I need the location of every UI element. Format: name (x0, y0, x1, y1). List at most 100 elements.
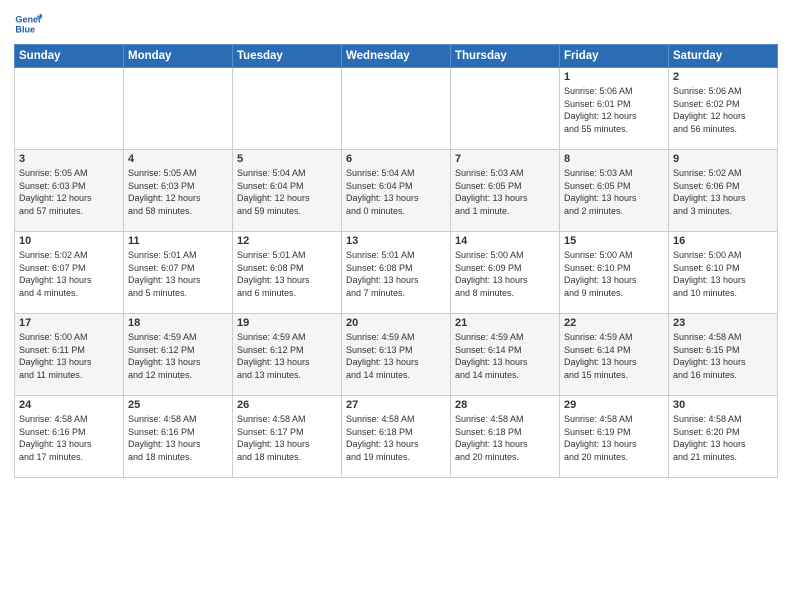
calendar-cell: 4 Sunrise: 5:05 AMSunset: 6:03 PMDaylight… (124, 150, 233, 232)
calendar-cell: 18Sunrise: 4:59 AMSunset: 6:12 PMDayligh… (124, 314, 233, 396)
day-number: 22 (564, 317, 664, 329)
calendar-cell: 3 Sunrise: 5:05 AMSunset: 6:03 PMDaylight… (15, 150, 124, 232)
calendar-cell (451, 68, 560, 150)
cell-info: Sunrise: 5:01 AMSunset: 6:07 PMDaylight:… (128, 249, 228, 299)
day-number: 20 (346, 317, 446, 329)
day-number: 3 (19, 153, 119, 165)
cell-info: Sunrise: 4:58 AMSunset: 6:19 PMDaylight:… (564, 413, 664, 463)
cell-info: Sunrise: 4:58 AMSunset: 6:16 PMDaylight:… (128, 413, 228, 463)
cell-info: Sunrise: 5:06 AMSunset: 6:01 PMDaylight:… (564, 85, 664, 135)
day-number: 17 (19, 317, 119, 329)
week-row-4: 17 Sunrise: 5:00 AMSunset: 6:11 PMDayligh… (15, 314, 778, 396)
cell-info: Sunrise: 4:58 AMSunset: 6:17 PMDaylight:… (237, 413, 337, 463)
calendar-cell: 25 Sunrise: 4:58 AMSunset: 6:16 PMDayligh… (124, 396, 233, 478)
calendar-cell: 5 Sunrise: 5:04 AMSunset: 6:04 PMDaylight… (233, 150, 342, 232)
day-number: 14 (455, 235, 555, 247)
cell-info: Sunrise: 4:59 AMSunset: 6:12 PMDaylight:… (237, 331, 337, 381)
day-header-saturday: Saturday (669, 45, 778, 68)
cell-info: Sunrise: 4:58 AMSunset: 6:16 PMDaylight:… (19, 413, 119, 463)
days-header-row: SundayMondayTuesdayWednesdayThursdayFrid… (15, 45, 778, 68)
cell-info: Sunrise: 5:05 AMSunset: 6:03 PMDaylight:… (19, 167, 119, 217)
calendar-cell: 14Sunrise: 5:00 AMSunset: 6:09 PMDayligh… (451, 232, 560, 314)
logo: General Blue (14, 10, 42, 38)
calendar-cell: 26 Sunrise: 4:58 AMSunset: 6:17 PMDayligh… (233, 396, 342, 478)
logo-icon: General Blue (14, 10, 42, 38)
calendar-cell: 27Sunrise: 4:58 AMSunset: 6:18 PMDayligh… (342, 396, 451, 478)
day-number: 15 (564, 235, 664, 247)
day-number: 28 (455, 399, 555, 411)
week-row-3: 10Sunrise: 5:02 AMSunset: 6:07 PMDayligh… (15, 232, 778, 314)
day-number: 1 (564, 71, 664, 83)
calendar-cell: 10Sunrise: 5:02 AMSunset: 6:07 PMDayligh… (15, 232, 124, 314)
calendar-cell: 6 Sunrise: 5:04 AMSunset: 6:04 PMDaylight… (342, 150, 451, 232)
day-header-sunday: Sunday (15, 45, 124, 68)
cell-info: Sunrise: 5:02 AMSunset: 6:06 PMDaylight:… (673, 167, 773, 217)
cell-info: Sunrise: 5:00 AMSunset: 6:11 PMDaylight:… (19, 331, 119, 381)
cell-info: Sunrise: 4:58 AMSunset: 6:20 PMDaylight:… (673, 413, 773, 463)
calendar-cell: 24 Sunrise: 4:58 AMSunset: 6:16 PMDayligh… (15, 396, 124, 478)
day-number: 24 (19, 399, 119, 411)
cell-info: Sunrise: 5:01 AMSunset: 6:08 PMDaylight:… (237, 249, 337, 299)
calendar-cell: 29 Sunrise: 4:58 AMSunset: 6:19 PMDayligh… (560, 396, 669, 478)
day-header-tuesday: Tuesday (233, 45, 342, 68)
day-number: 4 (128, 153, 228, 165)
calendar-cell: 7Sunrise: 5:03 AMSunset: 6:05 PMDaylight… (451, 150, 560, 232)
day-number: 13 (346, 235, 446, 247)
cell-info: Sunrise: 4:58 AMSunset: 6:15 PMDaylight:… (673, 331, 773, 381)
calendar-cell: 15 Sunrise: 5:00 AMSunset: 6:10 PMDayligh… (560, 232, 669, 314)
week-row-5: 24 Sunrise: 4:58 AMSunset: 6:16 PMDayligh… (15, 396, 778, 478)
cell-info: Sunrise: 5:00 AMSunset: 6:10 PMDaylight:… (673, 249, 773, 299)
cell-info: Sunrise: 4:59 AMSunset: 6:14 PMDaylight:… (455, 331, 555, 381)
cell-info: Sunrise: 4:58 AMSunset: 6:18 PMDaylight:… (455, 413, 555, 463)
day-header-wednesday: Wednesday (342, 45, 451, 68)
day-number: 16 (673, 235, 773, 247)
day-number: 2 (673, 71, 773, 83)
day-header-friday: Friday (560, 45, 669, 68)
cell-info: Sunrise: 5:01 AMSunset: 6:08 PMDaylight:… (346, 249, 446, 299)
calendar-cell: 2Sunrise: 5:06 AMSunset: 6:02 PMDaylight… (669, 68, 778, 150)
calendar-cell: 21 Sunrise: 4:59 AMSunset: 6:14 PMDayligh… (451, 314, 560, 396)
day-number: 11 (128, 235, 228, 247)
day-number: 5 (237, 153, 337, 165)
day-number: 12 (237, 235, 337, 247)
calendar-cell: 8 Sunrise: 5:03 AMSunset: 6:05 PMDaylight… (560, 150, 669, 232)
cell-info: Sunrise: 5:04 AMSunset: 6:04 PMDaylight:… (237, 167, 337, 217)
day-number: 6 (346, 153, 446, 165)
calendar-cell: 23 Sunrise: 4:58 AMSunset: 6:15 PMDayligh… (669, 314, 778, 396)
calendar-cell: 13 Sunrise: 5:01 AMSunset: 6:08 PMDayligh… (342, 232, 451, 314)
day-number: 23 (673, 317, 773, 329)
calendar-cell: 20Sunrise: 4:59 AMSunset: 6:13 PMDayligh… (342, 314, 451, 396)
day-number: 8 (564, 153, 664, 165)
day-number: 19 (237, 317, 337, 329)
cell-info: Sunrise: 5:04 AMSunset: 6:04 PMDaylight:… (346, 167, 446, 217)
calendar-cell: 19 Sunrise: 4:59 AMSunset: 6:12 PMDayligh… (233, 314, 342, 396)
cell-info: Sunrise: 4:59 AMSunset: 6:14 PMDaylight:… (564, 331, 664, 381)
cell-info: Sunrise: 5:05 AMSunset: 6:03 PMDaylight:… (128, 167, 228, 217)
calendar-cell (124, 68, 233, 150)
cell-info: Sunrise: 5:03 AMSunset: 6:05 PMDaylight:… (564, 167, 664, 217)
day-number: 29 (564, 399, 664, 411)
day-number: 21 (455, 317, 555, 329)
day-number: 30 (673, 399, 773, 411)
calendar-cell: 9Sunrise: 5:02 AMSunset: 6:06 PMDaylight… (669, 150, 778, 232)
cell-info: Sunrise: 5:03 AMSunset: 6:05 PMDaylight:… (455, 167, 555, 217)
calendar-cell: 17 Sunrise: 5:00 AMSunset: 6:11 PMDayligh… (15, 314, 124, 396)
calendar-cell: 30 Sunrise: 4:58 AMSunset: 6:20 PMDayligh… (669, 396, 778, 478)
day-number: 25 (128, 399, 228, 411)
calendar-cell: 11 Sunrise: 5:01 AMSunset: 6:07 PMDayligh… (124, 232, 233, 314)
page-container: General Blue SundayMondayTuesdayWednesda… (0, 0, 792, 488)
cell-info: Sunrise: 4:59 AMSunset: 6:12 PMDaylight:… (128, 331, 228, 381)
cell-info: Sunrise: 5:00 AMSunset: 6:10 PMDaylight:… (564, 249, 664, 299)
day-header-monday: Monday (124, 45, 233, 68)
week-row-1: 1 Sunrise: 5:06 AMSunset: 6:01 PMDaylight… (15, 68, 778, 150)
calendar-cell: 28 Sunrise: 4:58 AMSunset: 6:18 PMDayligh… (451, 396, 560, 478)
day-number: 10 (19, 235, 119, 247)
header: General Blue (14, 10, 778, 38)
calendar-cell (15, 68, 124, 150)
week-row-2: 3 Sunrise: 5:05 AMSunset: 6:03 PMDaylight… (15, 150, 778, 232)
calendar-table: SundayMondayTuesdayWednesdayThursdayFrid… (14, 44, 778, 478)
day-number: 26 (237, 399, 337, 411)
calendar-cell: 16 Sunrise: 5:00 AMSunset: 6:10 PMDayligh… (669, 232, 778, 314)
calendar-cell: 1 Sunrise: 5:06 AMSunset: 6:01 PMDaylight… (560, 68, 669, 150)
calendar-cell (342, 68, 451, 150)
